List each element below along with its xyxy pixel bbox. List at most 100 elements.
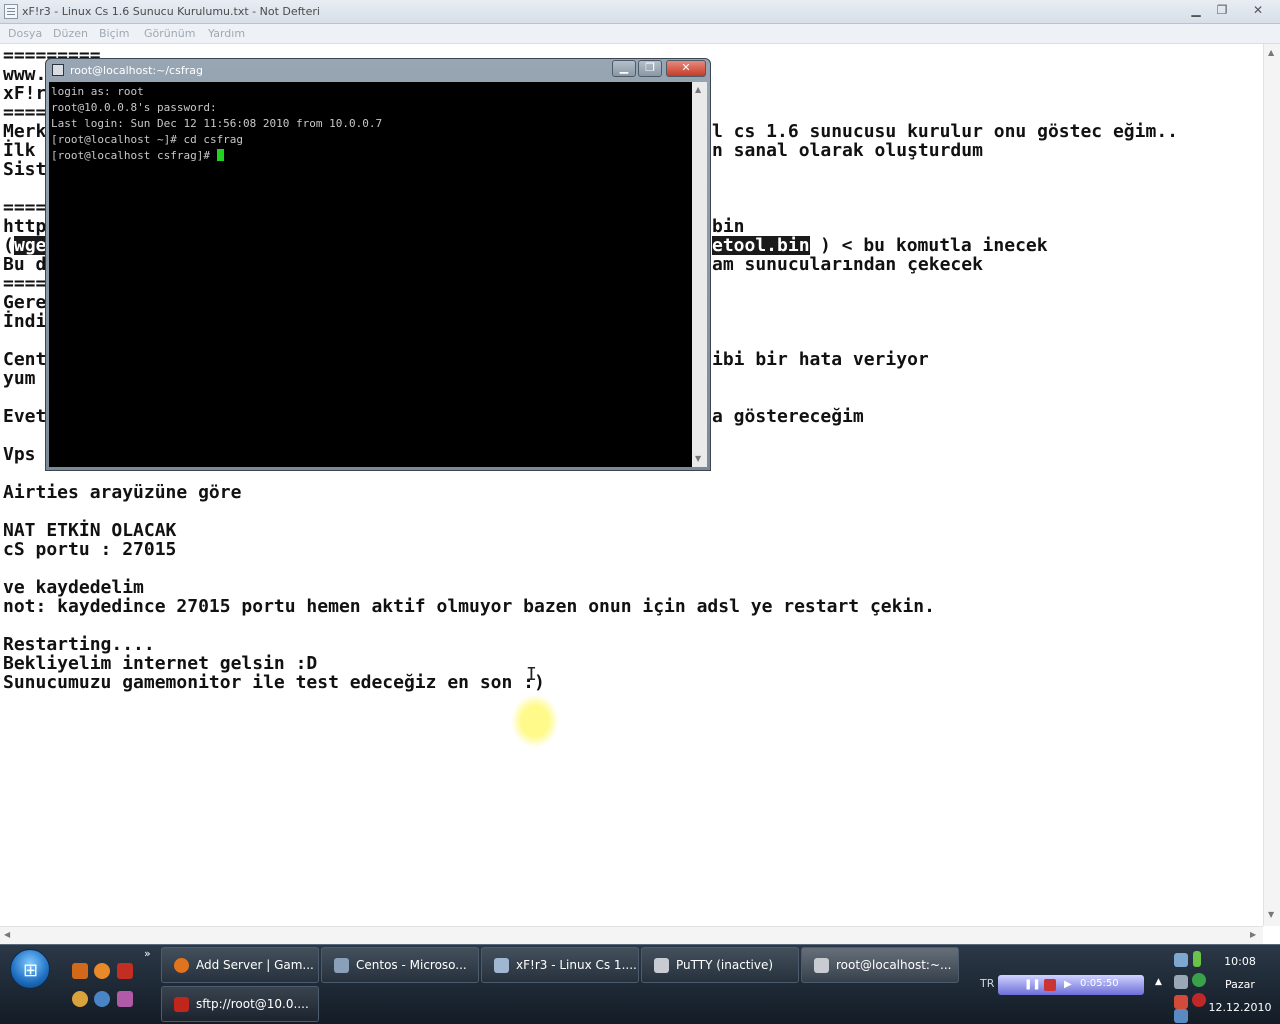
terminal-cursor xyxy=(216,149,224,161)
clock-day[interactable]: Pazar xyxy=(1206,978,1274,991)
tray-expand-icon[interactable]: ▲ xyxy=(1155,977,1162,987)
menu-bar: Dosya Düzen Biçim Görünüm Yardım xyxy=(0,24,1280,44)
taskbar-button-label: sftp://root@10.0.... xyxy=(196,997,309,1011)
taskbar-button[interactable]: PuTTY (inactive) xyxy=(641,947,799,983)
quicklaunch-app-icon[interactable] xyxy=(117,991,133,1007)
text-line: ==== xyxy=(3,273,47,294)
close-button[interactable]: ✕ xyxy=(1246,1,1270,19)
tray-app-icon[interactable] xyxy=(1192,993,1206,1007)
taskbar-button-label: Add Server | Gam... xyxy=(196,958,314,972)
virtual-pc-icon xyxy=(334,958,349,973)
text-line: Sist xyxy=(3,159,47,180)
text-line: Cent xyxy=(3,349,47,370)
putty-icon xyxy=(814,958,829,973)
terminal-scrollbar[interactable]: ▲ ▼ xyxy=(692,82,707,467)
volume-icon[interactable] xyxy=(1174,975,1188,989)
clock-time[interactable]: 10:08 xyxy=(1206,955,1274,968)
menu-edit[interactable]: Düzen xyxy=(53,27,88,40)
window-title: xF!r3 - Linux Cs 1.6 Sunucu Kurulumu.txt… xyxy=(22,5,320,18)
text-line: NAT ETKİN OLACAK xyxy=(3,520,177,541)
text-line: Evet xyxy=(3,406,47,427)
pause-icon[interactable]: ❚❚ xyxy=(1024,979,1041,991)
start-button[interactable]: ⊞ xyxy=(10,949,50,989)
text-line: yum xyxy=(3,368,36,389)
text-line: Bu d xyxy=(3,254,47,275)
taskbar-button-label: xF!r3 - Linux Cs 1.... xyxy=(516,958,637,972)
terminal-line: [root@localhost ~]# cd csfrag xyxy=(51,133,244,146)
notepad-icon xyxy=(494,958,509,973)
clock-date[interactable]: 12.12.2010 xyxy=(1206,1001,1274,1014)
chevron-right-icon[interactable]: » xyxy=(144,947,151,960)
filezilla-icon xyxy=(174,997,189,1012)
putty-icon xyxy=(52,64,64,76)
text-line: ) < bu komutla inecek xyxy=(820,235,1048,256)
text-line: ve kaydedelim xyxy=(3,577,144,598)
putty-icon xyxy=(654,958,669,973)
vertical-scrollbar[interactable]: ▲ ▼ xyxy=(1263,44,1280,926)
ibeam-cursor-icon: I xyxy=(526,664,537,685)
text-line: bin xyxy=(712,216,745,237)
menu-file[interactable]: Dosya xyxy=(8,27,42,40)
taskbar-button[interactable]: Add Server | Gam... xyxy=(161,947,319,983)
language-indicator[interactable]: TR xyxy=(980,977,994,990)
text-line: Airties arayüzüne göre xyxy=(3,482,242,503)
security-shield-icon[interactable] xyxy=(1174,995,1188,1009)
play-icon[interactable]: ▶ xyxy=(1064,979,1076,991)
terminal-line: root@10.0.0.8's password: xyxy=(51,101,217,114)
putty-window: root@localhost:~/csfrag ▁ ❐ ✕ login as: … xyxy=(45,58,711,471)
text-line: Vps xyxy=(3,444,36,465)
quicklaunch-app-icon[interactable] xyxy=(94,991,110,1007)
quicklaunch-app-icon[interactable] xyxy=(72,963,88,979)
horizontal-scrollbar[interactable]: ◀ ▶ xyxy=(0,926,1263,944)
terminal-screen[interactable]: login as: root root@10.0.0.8's password:… xyxy=(49,82,692,467)
putty-close-button[interactable]: ✕ xyxy=(666,60,706,77)
taskbar-button-label: PuTTY (inactive) xyxy=(676,958,774,972)
notepad-icon xyxy=(4,4,18,19)
putty-title: root@localhost:~/csfrag xyxy=(70,64,203,77)
text-line: am sunucularından çekecek xyxy=(712,254,983,275)
terminal-line: Last login: Sun Dec 12 11:56:08 2010 fro… xyxy=(51,117,383,130)
taskbar-button-active[interactable]: root@localhost:~... xyxy=(801,947,959,983)
text-line: Gere xyxy=(3,292,47,313)
media-player-bar[interactable]: ❚❚ ▶ 0:05:50 xyxy=(998,975,1144,995)
prompt-text: [root@localhost csfrag]# xyxy=(51,149,217,162)
cursor-highlight xyxy=(511,694,559,748)
text-line: ==== xyxy=(3,197,47,218)
putty-minimize-button[interactable]: ▁ xyxy=(612,60,636,77)
maximize-button[interactable]: ❐ xyxy=(1210,1,1234,19)
terminal-prompt: [root@localhost csfrag]# xyxy=(51,149,224,162)
text-line: Merk xyxy=(3,121,47,142)
notepad-titlebar[interactable]: xF!r3 - Linux Cs 1.6 Sunucu Kurulumu.txt… xyxy=(0,0,1280,24)
media-time: 0:05:50 xyxy=(1080,978,1119,989)
minimize-button[interactable]: ▁ xyxy=(1184,1,1208,19)
selected-text: wge xyxy=(14,235,47,256)
quicklaunch-app-icon[interactable] xyxy=(72,991,88,1007)
stop-icon[interactable] xyxy=(1044,979,1056,991)
taskbar-button[interactable]: xF!r3 - Linux Cs 1.... xyxy=(481,947,639,983)
text-line: a göstereceğim xyxy=(712,406,864,427)
text-line: ==== xyxy=(3,102,47,123)
menu-view[interactable]: Görünüm xyxy=(144,27,195,40)
taskbar-button-label: Centos - Microso... xyxy=(356,958,467,972)
quicklaunch-app-icon[interactable] xyxy=(117,963,133,979)
network-icon[interactable] xyxy=(1174,953,1188,967)
text-line: ibi bir hata veriyor xyxy=(712,349,929,370)
firefox-quicklaunch-icon[interactable] xyxy=(94,963,110,979)
putty-maximize-button[interactable]: ❐ xyxy=(638,60,662,77)
menu-format[interactable]: Biçim xyxy=(99,27,129,40)
battery-icon[interactable] xyxy=(1193,951,1201,967)
selected-text: etool.bin xyxy=(712,235,810,256)
menu-help[interactable]: Yardım xyxy=(208,27,245,40)
text-line: İndi xyxy=(3,311,47,332)
putty-titlebar[interactable]: root@localhost:~/csfrag ▁ ❐ ✕ xyxy=(46,59,710,81)
text-line: xF!r xyxy=(3,83,47,104)
taskbar-button[interactable]: Centos - Microso... xyxy=(321,947,479,983)
tray-app-icon[interactable] xyxy=(1174,1009,1188,1023)
text-line: cS portu : 27015 xyxy=(3,539,177,560)
tray-app-icon[interactable] xyxy=(1192,973,1206,987)
text-line: Restarting.... xyxy=(3,634,155,655)
taskbar: ⊞ » Add Server | Gam... Centos - Microso… xyxy=(0,944,1280,1024)
text-line: not: kaydedince 27015 portu hemen aktif … xyxy=(3,596,935,617)
taskbar-button[interactable]: sftp://root@10.0.... xyxy=(161,986,319,1022)
text-line: www. xyxy=(3,64,47,85)
